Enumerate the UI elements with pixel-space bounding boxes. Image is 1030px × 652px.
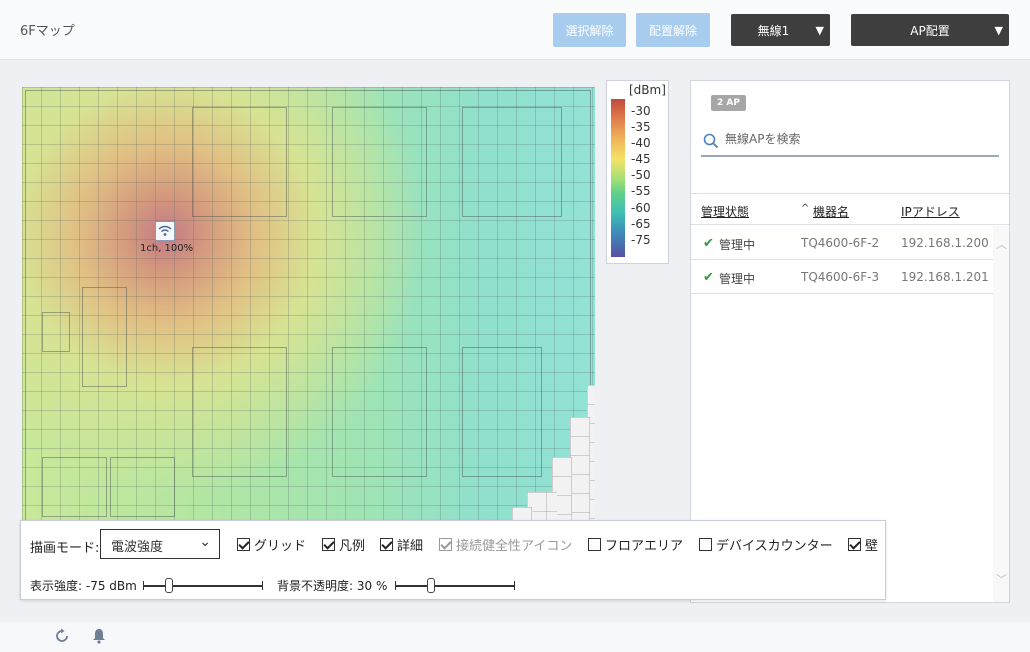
scroll-down-icon[interactable]: ﹀ [996,571,1007,587]
table-row[interactable]: ✔ 管理中 TQ4600-6F-3 192.168.1.201 [691,260,993,294]
bell-icon[interactable] [92,628,106,644]
radio-select[interactable]: 無線1 ▼ [731,14,830,46]
opacity-label: 背景不透明度: 30 % [277,579,388,593]
wifi-icon [158,225,172,236]
caret-down-icon: ▼ [815,24,824,37]
row-name: TQ4600-6F-3 [801,270,880,284]
signal-legend: [dBm] -30 -35 -40 -45 -50 -55 -60 -65 -7… [606,80,669,264]
checkbox-label: 詳細 [397,538,424,554]
map-controls: 描画モード: 電波強度 ⌄ グリッド 凡例 詳細 接続健全性アイコン フロアエリ… [20,520,886,600]
room-wall [42,457,107,517]
legend-tick: -75 [631,232,651,247]
checkbox-legend[interactable]: 凡例 [322,536,366,554]
checkbox-box[interactable] [322,537,335,551]
checkbox-label: 接続健全性アイコン [456,538,573,554]
scroll-up-icon[interactable]: ︿ [996,236,1007,252]
strength-label: 表示強度: -75 dBm [30,579,137,593]
deselect-button[interactable]: 選択解除 [553,13,626,47]
search-icon [703,133,719,149]
checkbox-label: 壁 [865,538,879,554]
slider-tick [395,581,396,590]
access-point-label: 1ch, 100% [140,243,194,254]
checkbox-box [439,537,452,551]
column-name[interactable]: 機器名 [813,203,849,220]
list-scrollbar[interactable]: ︿ ﹀ [993,226,1009,602]
checkbox-health-icon: 接続健全性アイコン [439,536,573,554]
radio-select-value: 無線1 [757,23,790,38]
row-ip: 192.168.1.200 [901,236,989,250]
legend-tick: -65 [631,216,651,231]
checkbox-box[interactable] [848,537,861,551]
ap-place-select[interactable]: AP配置 ▼ [851,14,1009,46]
slider-thumb[interactable] [427,578,435,593]
top-bar: 6Fマップ 選択解除 配置解除 無線1 ▼ AP配置 ▼ [0,0,1030,60]
slider-tick [143,581,144,590]
checkbox-box[interactable] [699,537,712,551]
slider-tick [514,581,515,590]
stair-wall [82,287,127,387]
column-status[interactable]: 管理状態 [701,203,749,220]
checkbox-label: 凡例 [339,538,366,554]
legend-color-bar [611,99,625,257]
refresh-icon[interactable] [54,628,70,644]
slider-tick [262,581,263,590]
page-title: 6Fマップ [20,24,75,39]
legend-tick: -40 [631,136,651,151]
strength-slider[interactable] [143,578,263,593]
room-wall [332,107,427,217]
legend-tick: -30 [631,104,651,118]
caret-down-icon: ▼ [994,24,1003,37]
row-name: TQ4600-6F-2 [801,236,880,250]
room-wall [192,107,287,217]
room-wall [332,347,427,477]
checkbox-details[interactable]: 詳細 [380,536,424,554]
checkbox-device-counter[interactable]: デバイスカウンター [699,536,833,554]
room-wall [462,347,542,477]
legend-unit: [dBm] [629,83,666,97]
row-ip: 192.168.1.201 [901,270,989,284]
legend-ticks: -30 -35 -40 -45 -50 -55 -60 -65 -75 [631,103,651,248]
checkbox-box[interactable] [588,537,601,551]
legend-tick: -35 [631,120,651,135]
room-wall [110,457,175,517]
row-status: 管理中 [719,272,756,286]
checkbox-label: デバイスカウンター [716,538,833,554]
row-status: 管理中 [719,238,756,252]
mode-label: 描画モード: [30,541,100,556]
stair-wall [42,312,70,352]
footer [0,622,1030,652]
check-icon: ✔ [703,236,714,251]
access-point-marker[interactable] [155,221,175,241]
checkbox-label: グリッド [254,538,307,554]
checkbox-wall[interactable]: 壁 [848,536,879,554]
checkbox-label: フロアエリア [605,538,684,554]
checkbox-grid[interactable]: グリッド [237,536,307,554]
uncovered-area [570,417,590,524]
slider-thumb[interactable] [165,578,173,593]
ap-search [701,129,999,157]
legend-tick: -50 [631,168,651,183]
chevron-down-icon: ⌄ [199,534,211,550]
check-icon: ✔ [703,270,714,285]
table-header: 管理状態 ^ 機器名 IPアドレス [691,193,1009,225]
legend-tick: -55 [631,184,651,199]
column-ip[interactable]: IPアドレス [901,203,960,220]
unplace-button[interactable]: 配置解除 [636,13,710,47]
room-wall [462,107,562,217]
mode-select-value: 電波強度 [111,540,164,555]
floor-heatmap[interactable]: 1ch, 100% [22,87,595,524]
legend-tick: -45 [631,152,651,167]
search-input[interactable] [725,132,995,146]
table-row[interactable]: ✔ 管理中 TQ4600-6F-2 192.168.1.200 [691,226,993,260]
room-wall [192,347,287,477]
checkbox-floor-area[interactable]: フロアエリア [588,536,684,554]
opacity-slider[interactable] [395,578,515,593]
ap-place-label: AP配置 [910,23,950,38]
ap-count-badge: 2 AP [711,95,746,111]
sort-ascending-icon: ^ [801,203,810,214]
mode-select[interactable]: 電波強度 ⌄ [100,529,220,559]
legend-tick: -60 [631,200,651,215]
checkbox-box[interactable] [380,537,393,551]
checkbox-box[interactable] [237,537,250,551]
